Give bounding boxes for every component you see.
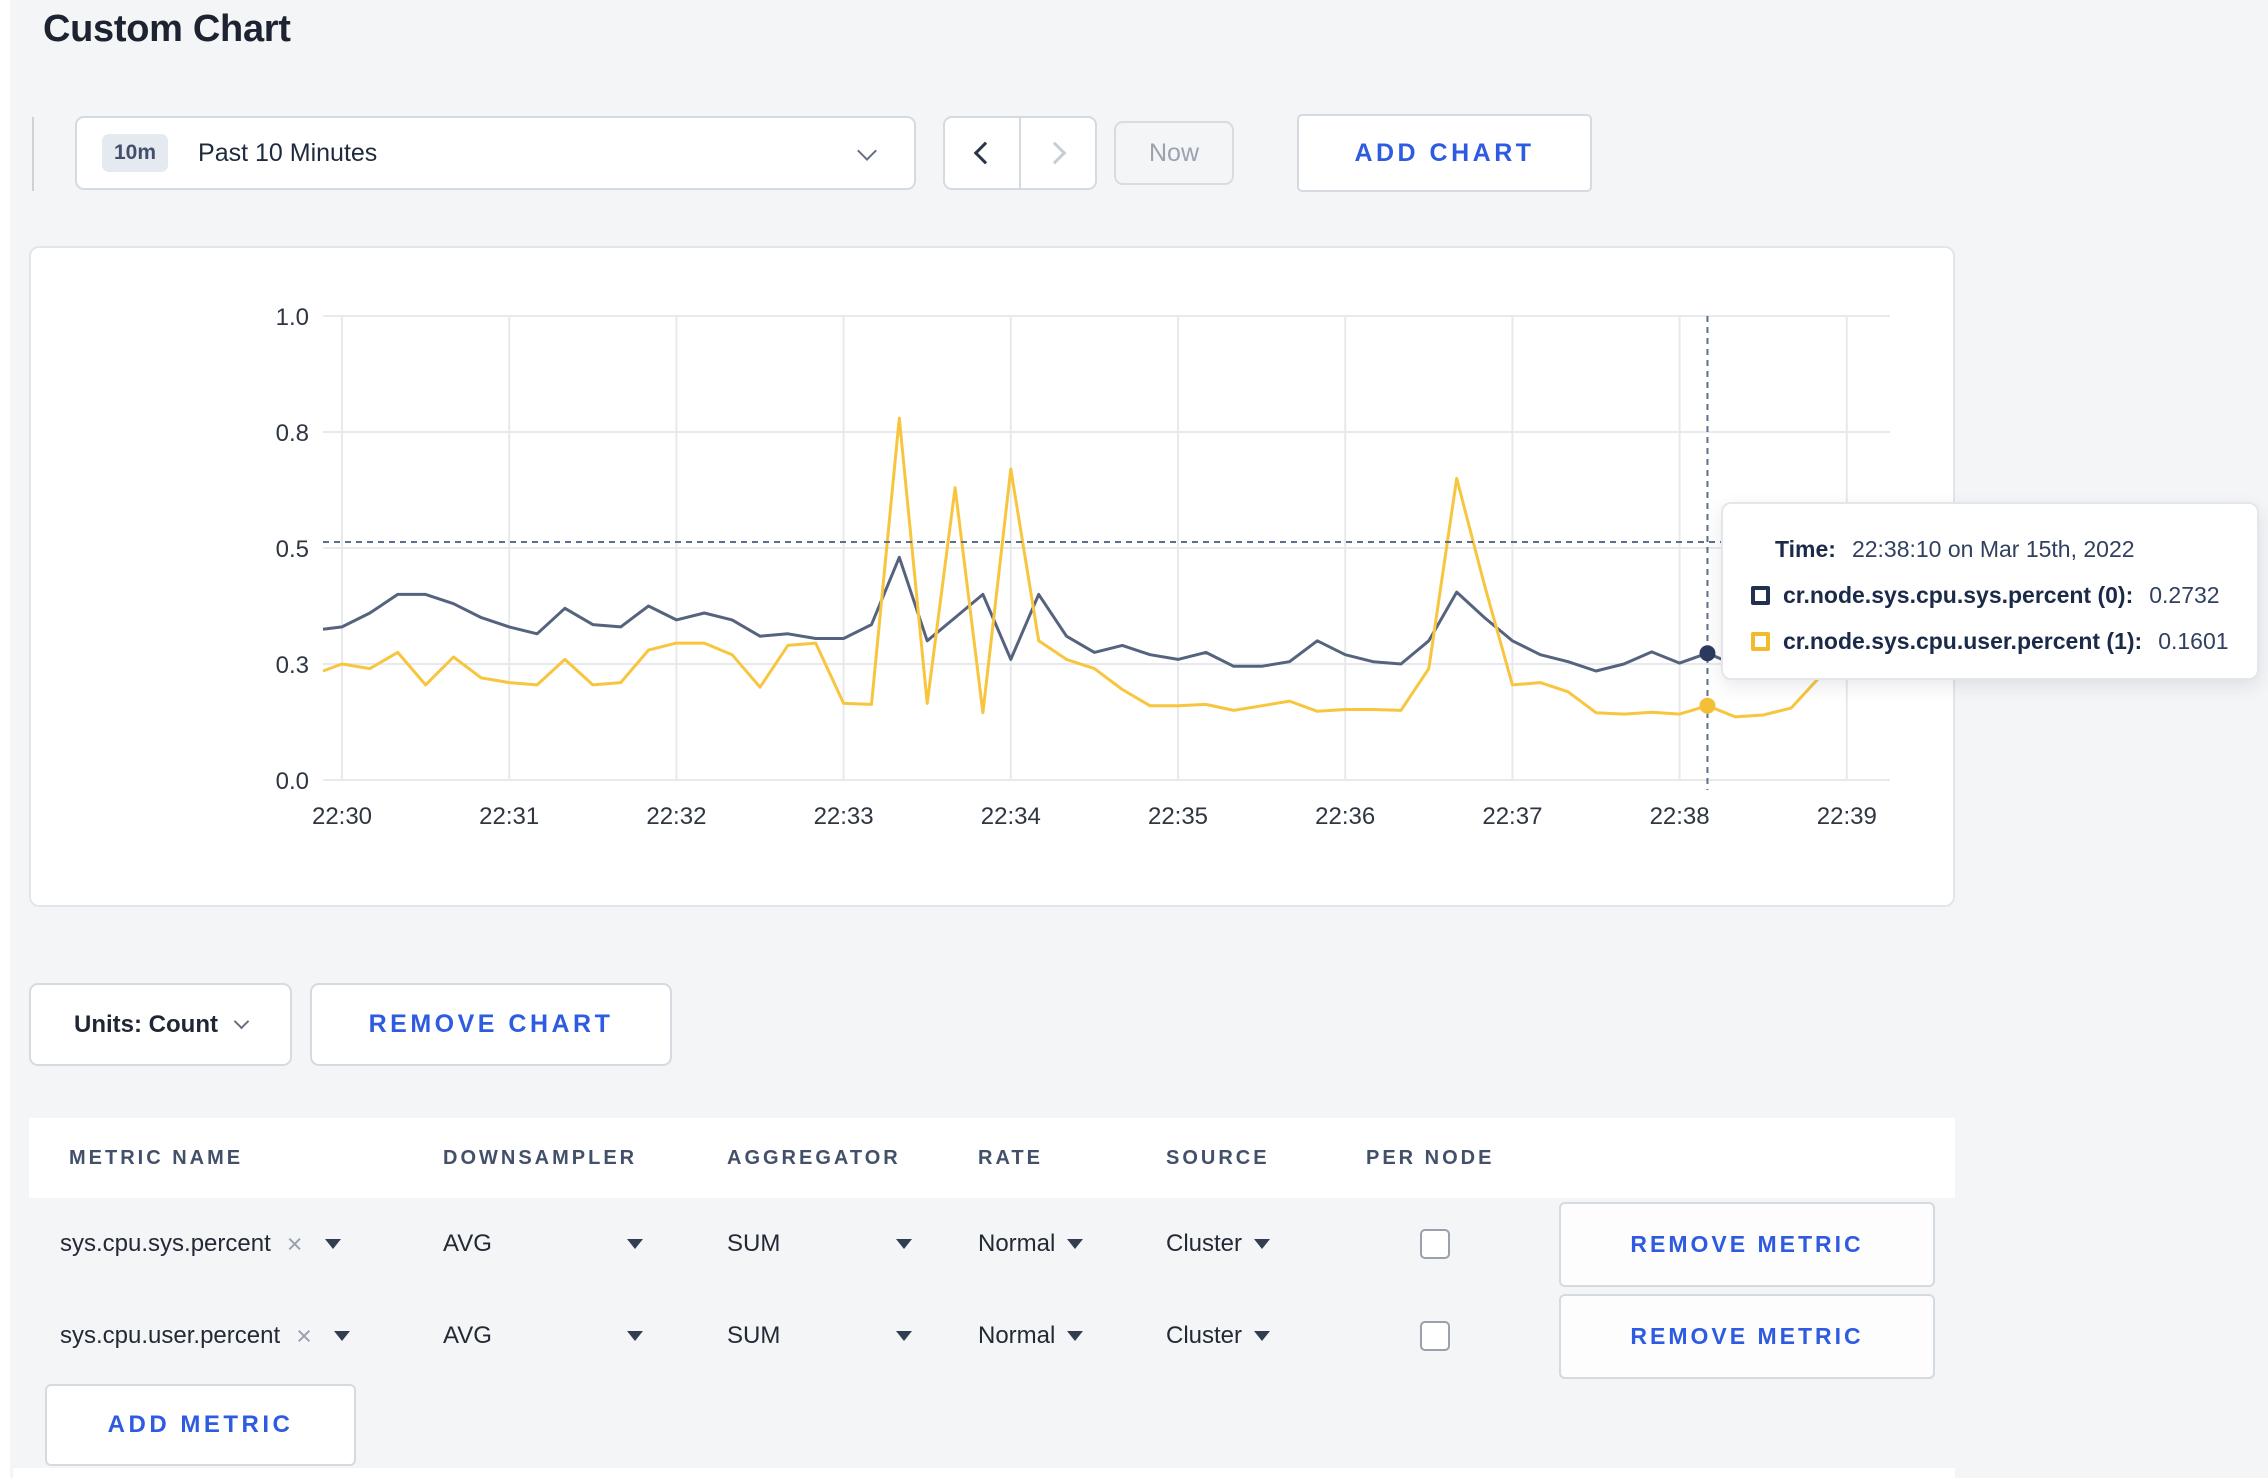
- tooltip-time-row: Time: 22:38:10 on Mar 15th, 2022: [1723, 526, 2257, 572]
- rate-select[interactable]: Normal: [978, 1322, 1084, 1350]
- caret-down-icon: [627, 1331, 643, 1341]
- chevron-down-icon: [233, 1013, 250, 1030]
- caret-down-icon: [1254, 1239, 1271, 1249]
- svg-text:22:31: 22:31: [479, 803, 539, 830]
- units-label: Units: Count: [74, 1010, 218, 1038]
- chart-tooltip: Time: 22:38:10 on Mar 15th, 2022 cr.node…: [1721, 502, 2259, 680]
- tooltip-series-value: 0.2732: [2149, 581, 2220, 608]
- tooltip-time-label: Time:: [1775, 535, 1836, 562]
- svg-text:1.0: 1.0: [276, 304, 309, 331]
- series-swatch-icon: [1751, 631, 1770, 651]
- aggregator-value: SUM: [727, 1230, 781, 1257]
- metric-name-value: sys.cpu.user.percent: [60, 1322, 281, 1349]
- per-node-checkbox[interactable]: [1420, 1229, 1450, 1259]
- time-range-badge: 10m: [102, 134, 169, 172]
- rate-value: Normal: [978, 1322, 1056, 1349]
- svg-text:22:33: 22:33: [814, 803, 874, 830]
- remove-metric-button[interactable]: REMOVE METRIC: [1559, 1293, 1935, 1379]
- time-nav-group: [943, 116, 1097, 190]
- toolbar-divider: [32, 117, 34, 191]
- rate-select[interactable]: Normal: [978, 1230, 1084, 1258]
- tooltip-series-value: 0.1601: [2158, 627, 2229, 654]
- column-header-downsampler: DOWNSAMPLER: [443, 1146, 638, 1169]
- column-header-source: SOURCE: [1166, 1146, 1270, 1169]
- caret-down-icon: [333, 1331, 350, 1341]
- source-value: Cluster: [1166, 1230, 1243, 1257]
- chevron-left-icon: [973, 141, 997, 165]
- metric-name-value: sys.cpu.sys.percent: [60, 1230, 271, 1257]
- svg-text:22:35: 22:35: [1148, 803, 1208, 830]
- caret-down-icon: [896, 1239, 912, 1249]
- column-header-metric-name: METRIC NAME: [69, 1146, 244, 1169]
- table-row: sys.cpu.sys.percent × AVG SUM Normal Clu…: [29, 1198, 1955, 1290]
- svg-text:22:39: 22:39: [1817, 803, 1877, 830]
- add-chart-button[interactable]: ADD CHART: [1297, 114, 1592, 192]
- tooltip-series-row: cr.node.sys.cpu.sys.percent (0): 0.2732: [1723, 572, 2257, 618]
- time-range-dropdown[interactable]: 10m Past 10 Minutes: [75, 116, 916, 190]
- svg-text:0.0: 0.0: [276, 768, 309, 795]
- next-time-button[interactable]: [1019, 118, 1095, 188]
- caret-down-icon: [896, 1331, 912, 1341]
- svg-text:22:32: 22:32: [646, 803, 706, 830]
- svg-text:0.5: 0.5: [276, 536, 309, 563]
- per-node-checkbox[interactable]: [1420, 1321, 1450, 1351]
- chart-card[interactable]: 0.0 0.3 0.5 0.8 1.0 22:30 22:31 22:32 22:33 22:34…: [29, 246, 1955, 907]
- aggregator-value: SUM: [727, 1322, 781, 1349]
- tooltip-series-row: cr.node.sys.cpu.user.percent (1): 0.1601: [1723, 618, 2257, 664]
- timeseries-chart[interactable]: 0.0 0.3 0.5 0.8 1.0 22:30 22:31 22:32 22:33 22:34…: [31, 248, 1957, 909]
- downsampler-select[interactable]: AVG: [443, 1322, 643, 1350]
- svg-text:22:36: 22:36: [1315, 803, 1375, 830]
- units-dropdown[interactable]: Units: Count: [29, 983, 292, 1066]
- clear-metric-icon[interactable]: ×: [296, 1322, 312, 1350]
- aggregator-select[interactable]: SUM: [727, 1230, 912, 1258]
- left-edge-strip: [0, 0, 10, 1478]
- downsampler-value: AVG: [443, 1230, 492, 1257]
- time-range-label: Past 10 Minutes: [198, 138, 378, 167]
- column-header-aggregator: AGGREGATOR: [727, 1146, 901, 1169]
- column-header-rate: RATE: [978, 1146, 1043, 1169]
- caret-down-icon: [1067, 1331, 1084, 1341]
- add-metric-button[interactable]: ADD METRIC: [45, 1384, 356, 1466]
- prev-time-button[interactable]: [945, 118, 1019, 188]
- tooltip-series-name: cr.node.sys.cpu.sys.percent (0):: [1783, 581, 2134, 608]
- tooltip-series-name: cr.node.sys.cpu.user.percent (1):: [1783, 627, 2143, 654]
- svg-text:22:30: 22:30: [312, 803, 372, 830]
- source-value: Cluster: [1166, 1322, 1243, 1349]
- metrics-table-header: METRIC NAME DOWNSAMPLER AGGREGATOR RATE …: [29, 1118, 1955, 1198]
- remove-metric-button[interactable]: REMOVE METRIC: [1559, 1201, 1935, 1287]
- rate-value: Normal: [978, 1230, 1056, 1257]
- source-select[interactable]: Cluster: [1166, 1322, 1271, 1350]
- page-title: Custom Chart: [43, 8, 291, 50]
- downsampler-value: AVG: [443, 1322, 492, 1349]
- svg-text:0.8: 0.8: [276, 420, 309, 447]
- svg-text:22:34: 22:34: [981, 803, 1041, 830]
- aggregator-select[interactable]: SUM: [727, 1322, 912, 1350]
- downsampler-select[interactable]: AVG: [443, 1230, 643, 1258]
- series-swatch-icon: [1751, 585, 1770, 605]
- caret-down-icon: [1254, 1331, 1271, 1341]
- svg-text:0.3: 0.3: [276, 652, 309, 679]
- metric-name-select[interactable]: sys.cpu.user.percent ×: [29, 1322, 443, 1350]
- column-header-per-node: PER NODE: [1366, 1146, 1495, 1169]
- tooltip-time-value: 22:38:10 on Mar 15th, 2022: [1851, 535, 2135, 562]
- next-card-edge: [13, 1468, 1955, 1478]
- caret-down-icon: [324, 1239, 341, 1249]
- clear-metric-icon[interactable]: ×: [287, 1230, 303, 1258]
- remove-chart-button[interactable]: REMOVE CHART: [310, 983, 672, 1066]
- source-select[interactable]: Cluster: [1166, 1230, 1271, 1258]
- caret-down-icon: [1067, 1239, 1084, 1249]
- svg-text:22:37: 22:37: [1482, 803, 1542, 830]
- caret-down-icon: [627, 1239, 643, 1249]
- chevron-down-icon: [857, 141, 877, 161]
- now-button[interactable]: Now: [1114, 121, 1234, 185]
- table-row: sys.cpu.user.percent × AVG SUM Normal Cl…: [29, 1290, 1955, 1382]
- svg-text:22:38: 22:38: [1650, 803, 1710, 830]
- chevron-right-icon: [1043, 141, 1067, 165]
- metric-name-select[interactable]: sys.cpu.sys.percent ×: [29, 1230, 443, 1258]
